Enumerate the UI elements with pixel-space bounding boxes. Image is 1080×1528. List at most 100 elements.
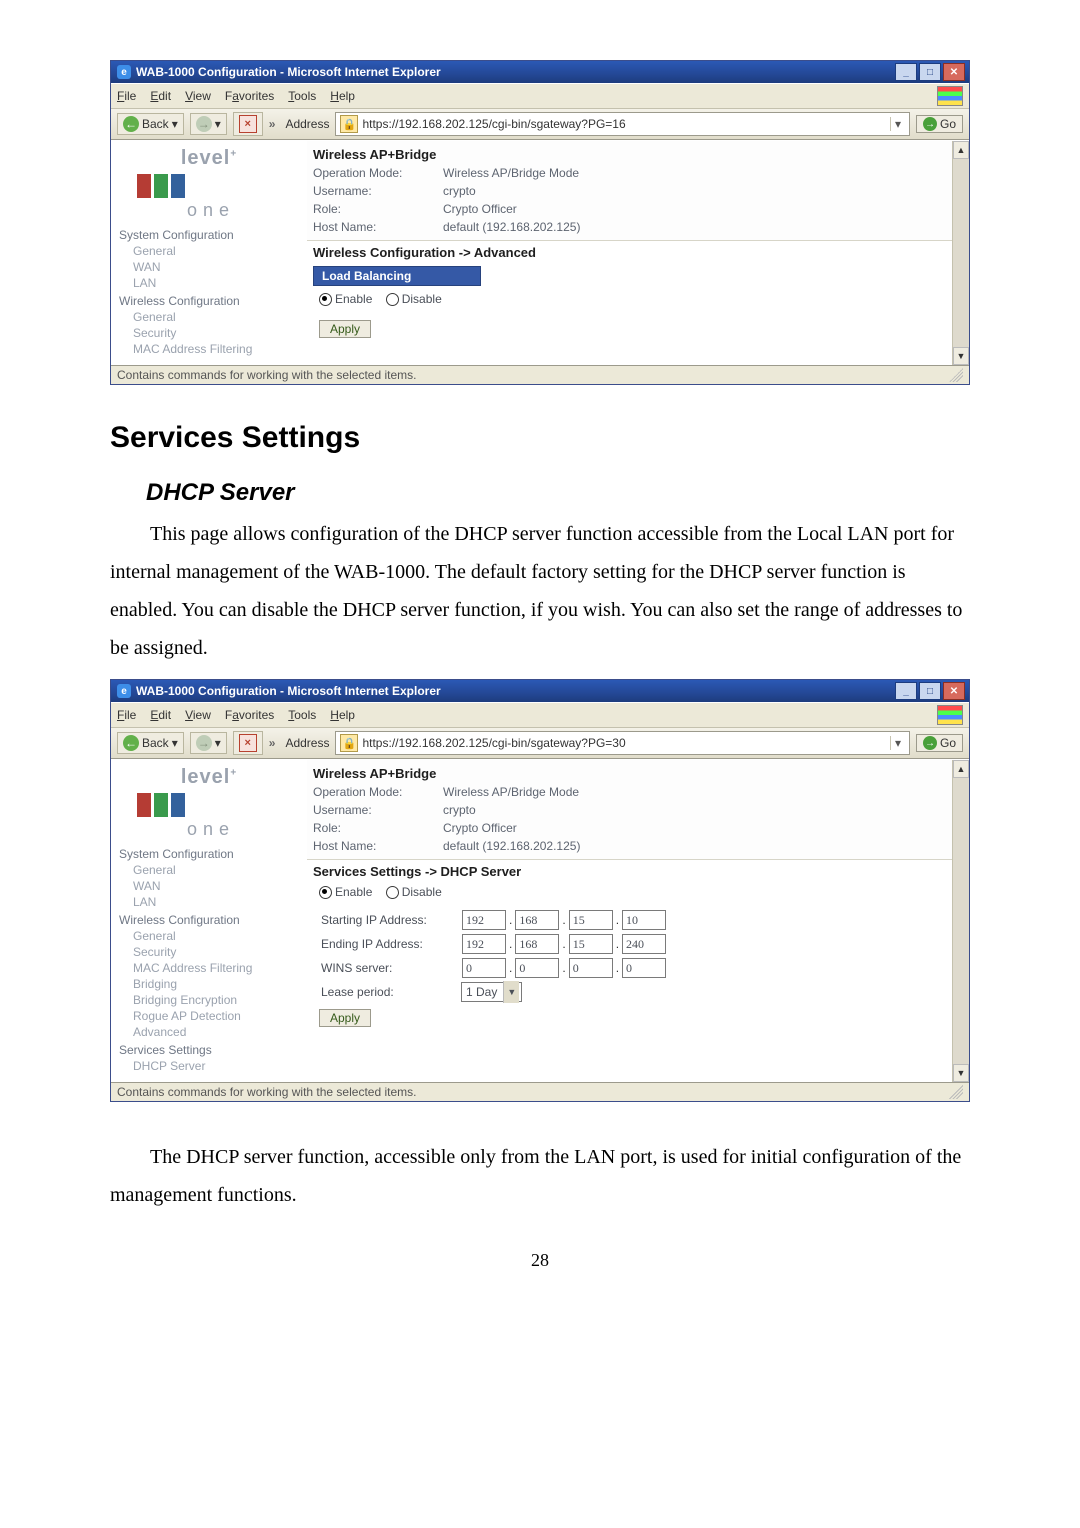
back-button[interactable]: ← Back ▾ [117, 113, 184, 135]
window-title: WAB-1000 Configuration - Microsoft Inter… [136, 65, 441, 79]
minimize-button[interactable]: _ [895, 63, 917, 81]
resize-grip-icon[interactable] [949, 368, 963, 382]
role-value: Crypto Officer [443, 819, 517, 837]
screenshot-dhcp-window: e WAB-1000 Configuration - Microsoft Int… [110, 679, 970, 1102]
menu-help[interactable]: Help [330, 89, 355, 103]
sidebar-item-rogue-ap[interactable]: Rogue AP Detection [119, 1008, 299, 1024]
toolbar-overflow-icon[interactable]: » [269, 117, 276, 131]
radio-disable[interactable] [386, 886, 399, 899]
menu-file[interactable]: File [117, 89, 136, 103]
menu-file[interactable]: File [117, 708, 136, 722]
lock-icon: 🔒 [340, 734, 358, 752]
address-dropdown-icon[interactable]: ▾ [890, 117, 905, 131]
role-label: Role: [313, 200, 443, 218]
sidebar-item-wan[interactable]: WAN [119, 259, 299, 275]
sidebar-item-system-config[interactable]: System Configuration [119, 225, 299, 243]
status-text: Contains commands for working with the s… [117, 368, 416, 382]
sidebar-item-lan[interactable]: LAN [119, 894, 299, 910]
radio-enable-label: Enable [335, 292, 372, 306]
sidebar-item-lan[interactable]: LAN [119, 275, 299, 291]
radio-disable[interactable] [386, 293, 399, 306]
start-ip-octet-4[interactable]: 10 [622, 910, 666, 930]
menu-tools[interactable]: Tools [288, 89, 316, 103]
sidebar-item-bridging-encryption[interactable]: Bridging Encryption [119, 992, 299, 1008]
end-ip-octet-2[interactable]: 168 [515, 934, 559, 954]
chevron-down-icon: ▾ [215, 736, 221, 750]
brand-logo-text: level+ [119, 147, 299, 170]
menu-view[interactable]: View [185, 708, 211, 722]
go-button[interactable]: → Go [916, 115, 963, 133]
close-button[interactable]: ✕ [943, 682, 965, 700]
menu-help[interactable]: Help [330, 708, 355, 722]
wins-octet-1[interactable]: 0 [462, 958, 506, 978]
sidebar-item-mac-filtering[interactable]: MAC Address Filtering [119, 960, 299, 976]
forward-button[interactable]: → ▾ [190, 113, 227, 135]
forward-button[interactable]: → ▾ [190, 732, 227, 754]
sidebar-item-wan[interactable]: WAN [119, 878, 299, 894]
radio-enable[interactable] [319, 886, 332, 899]
address-dropdown-icon[interactable]: ▾ [890, 736, 905, 750]
start-ip-label: Starting IP Address: [321, 909, 461, 931]
end-ip-octet-1[interactable]: 192 [462, 934, 506, 954]
start-ip-octet-2[interactable]: 168 [515, 910, 559, 930]
address-bar[interactable]: 🔒 https://192.168.202.125/cgi-bin/sgatew… [335, 112, 910, 136]
end-ip-octet-4[interactable]: 240 [622, 934, 666, 954]
username-label: Username: [313, 801, 443, 819]
back-icon: ← [123, 735, 139, 751]
menu-edit[interactable]: Edit [150, 708, 171, 722]
go-button[interactable]: → Go [916, 734, 963, 752]
scroll-down-icon[interactable]: ▼ [953, 347, 969, 365]
start-ip-octet-1[interactable]: 192 [462, 910, 506, 930]
sidebar-item-dhcp-server[interactable]: DHCP Server [119, 1058, 299, 1074]
wins-octet-2[interactable]: 0 [515, 958, 559, 978]
wins-octet-4[interactable]: 0 [622, 958, 666, 978]
sidebar-item-advanced[interactable]: Advanced [119, 1024, 299, 1040]
scroll-down-icon[interactable]: ▼ [953, 1064, 969, 1082]
address-bar[interactable]: 🔒 https://192.168.202.125/cgi-bin/sgatew… [335, 731, 910, 755]
sidebar-item-bridging[interactable]: Bridging [119, 976, 299, 992]
toolbar: ← Back ▾ → ▾ × » Address 🔒 https://192.1… [111, 109, 969, 140]
back-button[interactable]: ← Back ▾ [117, 732, 184, 754]
wins-octet-3[interactable]: 0 [569, 958, 613, 978]
sidebar-item-general[interactable]: General [119, 862, 299, 878]
minimize-button[interactable]: _ [895, 682, 917, 700]
stop-button[interactable]: × [233, 112, 263, 136]
radio-enable[interactable] [319, 293, 332, 306]
maximize-button[interactable]: □ [919, 682, 941, 700]
vertical-scrollbar[interactable]: ▲ ▼ [952, 760, 969, 1082]
close-button[interactable]: ✕ [943, 63, 965, 81]
sidebar-item-general-2[interactable]: General [119, 309, 299, 325]
apply-button[interactable]: Apply [319, 320, 371, 338]
browser-content: level+ one System Configuration General … [111, 759, 969, 1082]
menu-tools[interactable]: Tools [288, 708, 316, 722]
go-label: Go [940, 117, 956, 131]
menu-view[interactable]: View [185, 89, 211, 103]
lease-label: Lease period: [321, 981, 461, 1003]
start-ip-octet-3[interactable]: 15 [569, 910, 613, 930]
end-ip-octet-3[interactable]: 15 [569, 934, 613, 954]
vertical-scrollbar[interactable]: ▲ ▼ [952, 141, 969, 365]
sidebar-item-general[interactable]: General [119, 243, 299, 259]
screenshot-advanced-window: e WAB-1000 Configuration - Microsoft Int… [110, 60, 970, 385]
apply-button[interactable]: Apply [319, 1009, 371, 1027]
brand-logo-icon [137, 174, 299, 198]
sidebar-item-wireless-config[interactable]: Wireless Configuration [119, 910, 299, 928]
stop-button[interactable]: × [233, 731, 263, 755]
toolbar-overflow-icon[interactable]: » [269, 736, 276, 750]
scroll-up-icon[interactable]: ▲ [953, 760, 969, 778]
sidebar-item-security[interactable]: Security [119, 325, 299, 341]
sidebar-item-mac-filtering[interactable]: MAC Address Filtering [119, 341, 299, 357]
menu-favorites[interactable]: Favorites [225, 89, 274, 103]
sidebar-item-wireless-config[interactable]: Wireless Configuration [119, 291, 299, 309]
menu-favorites[interactable]: Favorites [225, 708, 274, 722]
sidebar-item-services-settings[interactable]: Services Settings [119, 1040, 299, 1058]
sidebar-item-system-config[interactable]: System Configuration [119, 844, 299, 862]
scroll-up-icon[interactable]: ▲ [953, 141, 969, 159]
sidebar-item-general-2[interactable]: General [119, 928, 299, 944]
menu-edit[interactable]: Edit [150, 89, 171, 103]
sidebar-item-security[interactable]: Security [119, 944, 299, 960]
resize-grip-icon[interactable] [949, 1085, 963, 1099]
lease-select[interactable]: 1 Day ▼ [461, 982, 522, 1002]
maximize-button[interactable]: □ [919, 63, 941, 81]
breadcrumb: Services Settings -> DHCP Server [307, 860, 969, 883]
